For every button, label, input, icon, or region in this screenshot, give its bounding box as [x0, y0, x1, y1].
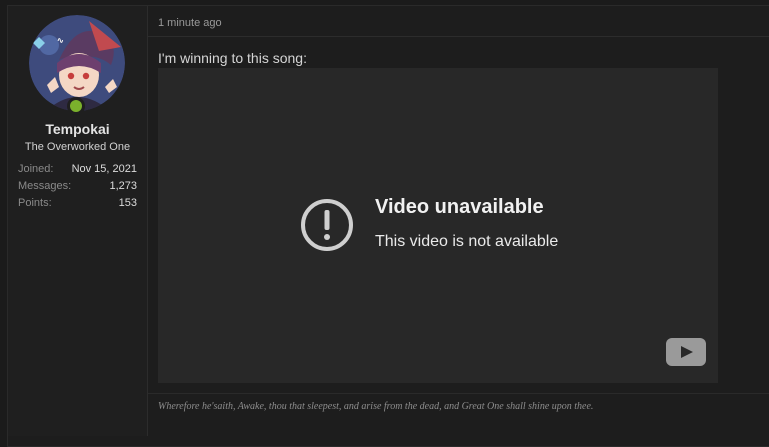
- youtube-icon[interactable]: [666, 338, 706, 366]
- video-title: Video unavailable: [375, 196, 544, 218]
- stat-value[interactable]: 1,273: [109, 178, 137, 195]
- online-status-icon: [67, 97, 85, 115]
- post-time[interactable]: 1 minute ago: [158, 17, 222, 29]
- stat-joined: Joined: Nov 15, 2021: [18, 161, 137, 178]
- stat-points: Points: 153: [18, 195, 137, 212]
- alert-circle-icon: [301, 199, 353, 251]
- stat-messages: Messages: 1,273: [18, 178, 137, 195]
- video-subtitle: This video is not available: [375, 233, 559, 250]
- signature-divider: [148, 393, 769, 394]
- stat-value: Nov 15, 2021: [71, 163, 137, 175]
- username[interactable]: Tempokai: [8, 121, 147, 137]
- video-embed[interactable]: Video unavailable This video is not avai…: [158, 68, 718, 383]
- signature: Wherefore he'saith, Awake, thou that sle…: [158, 401, 594, 412]
- user-title: The Overworked One: [24, 141, 131, 153]
- stat-key: Points:: [18, 197, 52, 209]
- divider: [148, 36, 769, 37]
- user-stats: Joined: Nov 15, 2021 Messages: 1,273 Poi…: [18, 161, 137, 212]
- stat-key: Joined:: [18, 163, 54, 175]
- svg-text:∿: ∿: [57, 36, 64, 45]
- stat-value[interactable]: 153: [119, 195, 137, 212]
- message-main: 1 minute ago I'm winning to this song: V…: [148, 6, 769, 436]
- user-panel: ∿ Tempokai The Overworked One Joined: No…: [8, 6, 148, 436]
- stat-key: Messages:: [18, 180, 72, 192]
- post-text: I'm winning to this song:: [158, 50, 307, 66]
